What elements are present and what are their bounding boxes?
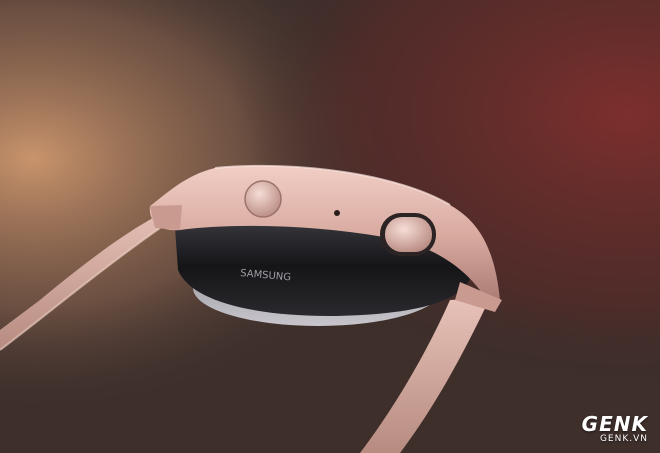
top-button xyxy=(244,180,282,218)
photo-canvas: SAMSUNG xyxy=(0,0,660,453)
lug-left xyxy=(150,205,182,230)
microphone-hole xyxy=(334,210,340,216)
back-button xyxy=(385,217,432,252)
product-photo: SAMSUNG GENK GENK.VN xyxy=(0,0,660,453)
watermark-logo: GENK xyxy=(581,412,648,436)
watermark: GENK GENK.VN xyxy=(582,414,648,445)
